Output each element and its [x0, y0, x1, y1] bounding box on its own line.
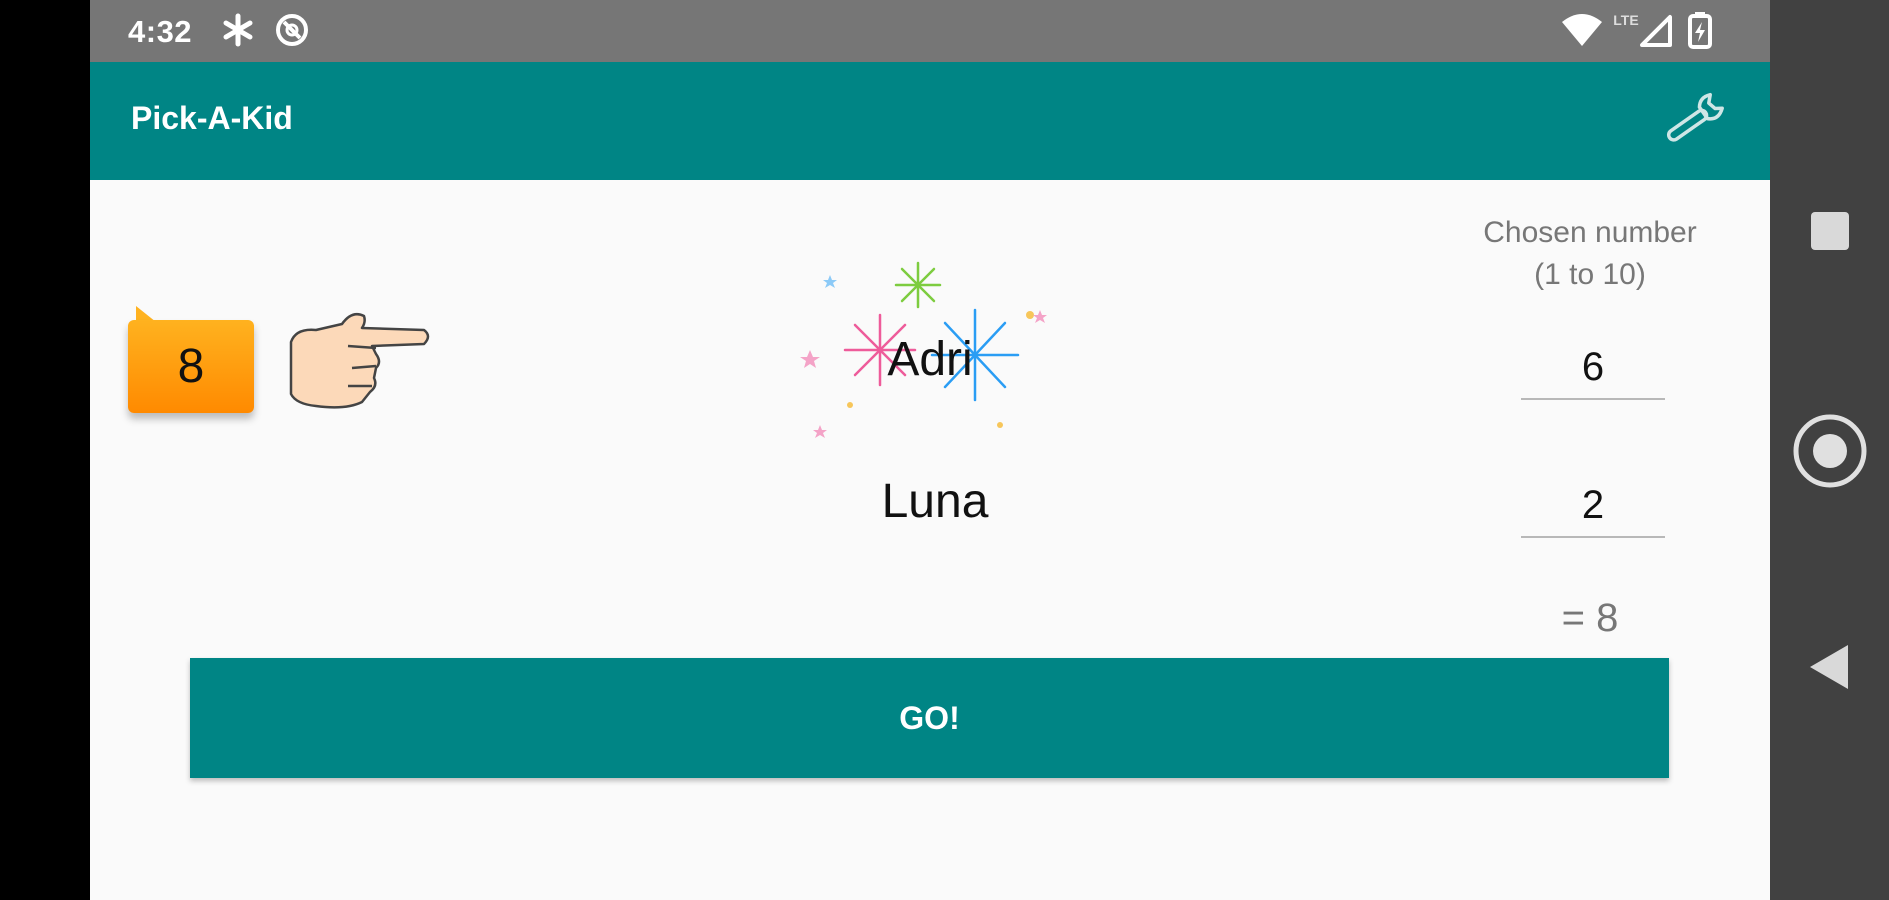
kid-name-adri: Adri — [887, 333, 973, 386]
signal-icon — [1636, 10, 1676, 50]
app-bar: Pick-A-Kid — [90, 62, 1770, 180]
app-screen: 4:32 LTE Pick-A-Kid 8 Adri Luna Chosen n… — [90, 0, 1770, 900]
back-icon[interactable] — [1770, 612, 1889, 722]
battery-icon — [1680, 10, 1720, 50]
result-badge: 8 — [128, 320, 254, 413]
status-time: 4:32 — [128, 14, 193, 49]
pointing-hand-icon — [286, 306, 436, 412]
app-title: Pick-A-Kid — [131, 100, 293, 136]
kid-name-luna: Luna — [881, 475, 989, 528]
wrench-icon[interactable] — [1660, 90, 1730, 150]
navigation-bar — [1770, 0, 1889, 900]
wifi-icon — [1558, 10, 1606, 50]
go-button[interactable]: GO! — [190, 658, 1669, 778]
sum-label: = 8 — [1561, 596, 1619, 640]
chosen-number-label: Chosen number (1 to 10) — [1440, 212, 1740, 296]
number-input-adri[interactable]: 6 — [1521, 345, 1665, 400]
chosen-label-line2: (1 to 10) — [1534, 258, 1646, 291]
status-bar: 4:32 LTE — [90, 0, 1770, 62]
recents-icon[interactable] — [1770, 176, 1889, 286]
home-icon[interactable] — [1770, 396, 1889, 506]
number-input-luna[interactable]: 2 — [1521, 483, 1665, 538]
data-saver-icon — [272, 10, 312, 50]
chosen-label-line1: Chosen number — [1483, 216, 1697, 249]
asterisk-icon — [218, 10, 258, 50]
left-letterbox — [0, 0, 90, 900]
